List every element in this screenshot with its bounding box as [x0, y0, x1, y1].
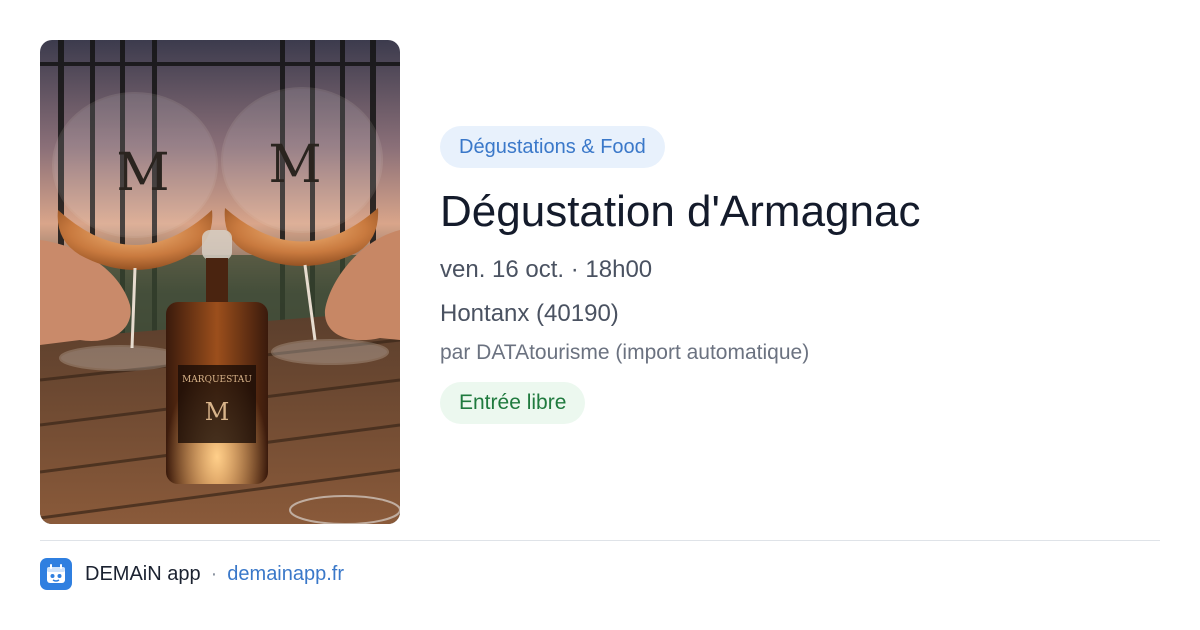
bottle-monogram: M [205, 398, 230, 426]
footer-separator: · [210, 562, 218, 585]
event-datetime: ven. 16 oct. · 18h00 [440, 256, 653, 283]
price-badge: Entrée libre [440, 382, 586, 424]
footer-divider [40, 540, 1160, 541]
category-badge: Dégustations & Food [440, 126, 665, 168]
event-title: Dégustation d'Armagnac [440, 187, 921, 236]
app-domain-link[interactable]: demainapp.fr [227, 563, 344, 586]
event-location: Hontanx (40190) [440, 300, 619, 327]
glass-monogram-right: M [268, 135, 321, 195]
event-source: par DATAtourisme (import automatique) [440, 341, 810, 364]
event-share-card: M M MARQUESTAU M Dégustations & Food Dég… [0, 0, 1200, 630]
event-info: Dégustations & Food Dégustation d'Armagn… [440, 126, 1160, 424]
glass-monogram-left: M [116, 143, 169, 203]
bottle-brand: MARQUESTAU [182, 375, 252, 385]
event-photo: M M MARQUESTAU M [40, 40, 400, 524]
app-logo-icon [40, 558, 72, 590]
app-name: DEMAiN app [85, 562, 201, 585]
footer: DEMAiN app · demainapp.fr [40, 558, 344, 590]
